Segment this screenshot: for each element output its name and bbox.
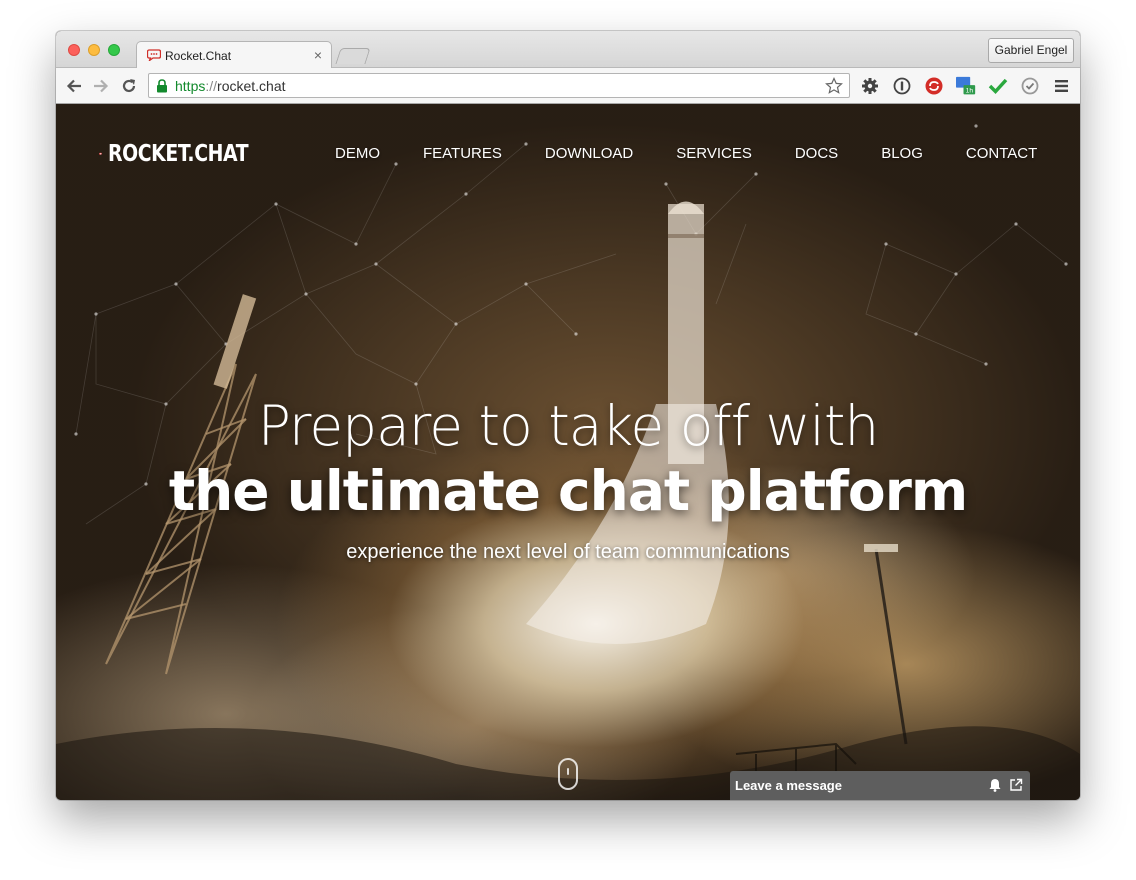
rocketchat-logo[interactable]: ROCKET.CHAT xyxy=(99,136,279,172)
hero-headline-bold: the ultimate chat platform xyxy=(168,459,968,523)
lastpass-icon[interactable] xyxy=(924,76,944,96)
forward-icon[interactable] xyxy=(91,76,111,96)
star-icon[interactable] xyxy=(825,77,843,95)
minimize-window-button[interactable] xyxy=(88,44,100,56)
maximize-window-button[interactable] xyxy=(108,44,120,56)
tab-close-icon[interactable]: × xyxy=(314,47,322,63)
nav-contact[interactable]: CONTACT xyxy=(966,145,1037,162)
tab-title: Rocket.Chat xyxy=(165,49,232,63)
page-content: ROCKET.CHAT DEMO FEATURES DOWNLOAD SERVI… xyxy=(56,104,1080,800)
main-nav: DEMO FEATURES DOWNLOAD SERVICES DOCS BLO… xyxy=(335,145,1080,162)
bell-icon[interactable] xyxy=(988,778,1002,792)
lock-icon xyxy=(157,79,167,93)
close-window-button[interactable] xyxy=(68,44,80,56)
nav-docs[interactable]: DOCS xyxy=(795,145,838,162)
browser-toolbar: https://rocket.chat 1h xyxy=(56,68,1080,104)
back-icon[interactable] xyxy=(64,76,84,96)
rocketchat-logo-icon xyxy=(99,152,102,156)
new-tab-button[interactable] xyxy=(335,48,371,64)
calendar-extension-icon[interactable]: 1h xyxy=(956,76,976,96)
nav-blog[interactable]: BLOG xyxy=(881,145,923,162)
hero-section: Prepare to take off with the ultimate ch… xyxy=(56,394,1080,564)
browser-window: Rocket.Chat × Gabriel Engel https://rock… xyxy=(56,31,1080,800)
clock-check-icon[interactable] xyxy=(1020,76,1040,96)
browser-tab[interactable]: Rocket.Chat × xyxy=(136,41,332,69)
checkmark-icon[interactable] xyxy=(988,76,1008,96)
reload-icon[interactable] xyxy=(119,76,139,96)
scroll-down-mouse-icon[interactable] xyxy=(558,758,578,790)
nav-demo[interactable]: DEMO xyxy=(335,145,380,162)
hero-subtitle: experience the next level of team commun… xyxy=(346,541,790,563)
nav-features[interactable]: FEATURES xyxy=(423,145,502,162)
profile-button[interactable]: Gabriel Engel xyxy=(988,38,1074,63)
hero-headline-light: Prepare to take off with xyxy=(257,394,880,458)
popout-icon[interactable] xyxy=(1009,778,1023,792)
svg-text:1h: 1h xyxy=(966,88,974,95)
livechat-widget[interactable]: Leave a message xyxy=(730,771,1030,800)
tab-strip: Rocket.Chat × Gabriel Engel xyxy=(56,31,1080,69)
nav-services[interactable]: SERVICES xyxy=(676,145,752,162)
url-text[interactable]: https://rocket.chat xyxy=(175,78,286,94)
menu-icon[interactable] xyxy=(1052,76,1072,96)
logo-text: ROCKET.CHAT xyxy=(108,141,249,167)
gear-icon[interactable] xyxy=(860,76,880,96)
nav-download[interactable]: DOWNLOAD xyxy=(545,145,633,162)
rocketchat-favicon-icon xyxy=(147,49,161,61)
info-icon[interactable] xyxy=(892,76,912,96)
address-bar[interactable]: https://rocket.chat xyxy=(148,73,850,98)
livechat-label: Leave a message xyxy=(735,778,842,793)
